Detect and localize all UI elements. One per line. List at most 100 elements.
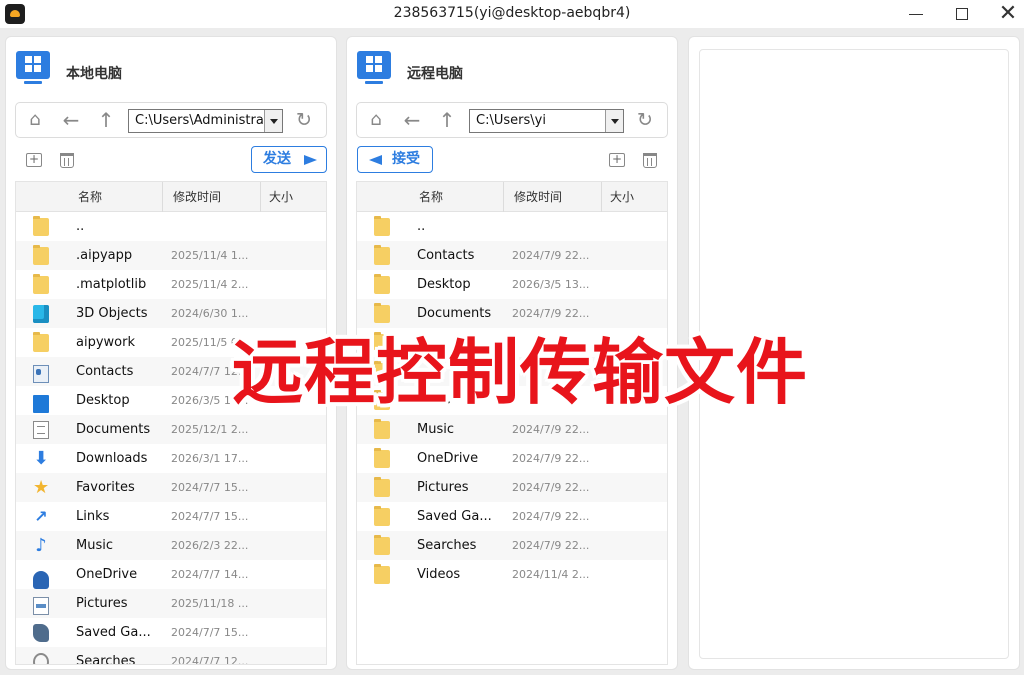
- computer-icon: [357, 51, 391, 85]
- file-modified: 2025/12/1 2...: [171, 423, 249, 436]
- file-modified: 2024/7/9 22...: [512, 249, 590, 262]
- column-header-modified[interactable]: 修改时间: [173, 182, 221, 212]
- file-name: ..: [76, 219, 85, 234]
- refresh-icon[interactable]: ↻: [634, 109, 656, 131]
- minimize-button[interactable]: [893, 0, 939, 28]
- back-arrow-icon[interactable]: ←: [60, 109, 82, 131]
- file-name: ..: [417, 219, 426, 234]
- table-row[interactable]: Pictures 2024/7/9 22...: [357, 473, 667, 502]
- file-name: Saved Ga...: [417, 509, 492, 524]
- file-name: Music: [76, 538, 113, 553]
- home-icon[interactable]: ⌂: [365, 109, 387, 131]
- column-header-size[interactable]: 大小: [269, 182, 293, 212]
- folder-icon: [33, 332, 49, 352]
- arrow-left-icon: [369, 155, 382, 165]
- file-name: Downloads: [76, 451, 148, 466]
- file-modified: 2024/7/9 22...: [512, 452, 590, 465]
- remote-path-combobox[interactable]: C:\Users\yi: [469, 109, 624, 133]
- file-name: Pictures: [417, 480, 469, 495]
- file-name: Contacts: [417, 248, 475, 263]
- file-name: Links: [76, 509, 110, 524]
- receive-button[interactable]: 接受: [357, 146, 433, 173]
- folder-icon: [374, 564, 390, 584]
- file-modified: 2024/7/9 22...: [512, 510, 590, 523]
- table-row[interactable]: Music 2024/7/9 22...: [357, 415, 667, 444]
- overlay-caption: 远程控制传输文件: [232, 331, 809, 414]
- new-folder-icon[interactable]: +: [26, 153, 42, 167]
- table-row[interactable]: ..: [16, 212, 326, 241]
- file-name: OneDrive: [76, 567, 138, 582]
- file-modified: 2024/7/7 15...: [171, 510, 249, 523]
- column-header-name[interactable]: 名称: [419, 182, 443, 212]
- folder-icon: [374, 274, 390, 294]
- documents-icon: [33, 421, 49, 439]
- arrow-right-icon: [304, 155, 317, 165]
- minimize-icon: [909, 13, 923, 15]
- file-name: aipywork: [76, 335, 135, 350]
- table-row[interactable]: Saved Ga... 2024/7/9 22...: [357, 502, 667, 531]
- column-header-modified[interactable]: 修改时间: [514, 182, 562, 212]
- file-name: Searches: [417, 538, 477, 553]
- table-row[interactable]: .aipyapp 2025/11/4 1...: [16, 241, 326, 270]
- file-name: Saved Ga...: [76, 625, 151, 640]
- link-icon: ↗: [34, 507, 48, 526]
- file-modified: 2024/7/9 22...: [512, 539, 590, 552]
- file-name: Music: [417, 422, 454, 437]
- file-modified: 2026/2/3 22...: [171, 539, 249, 552]
- receive-button-label: 接受: [392, 151, 420, 167]
- file-modified: 2024/7/9 22...: [512, 481, 590, 494]
- table-row[interactable]: ♪ Music 2026/2/3 22...: [16, 531, 326, 560]
- download-icon: ⬇: [33, 448, 49, 469]
- table-row[interactable]: .matplotlib 2025/11/4 2...: [16, 270, 326, 299]
- table-row[interactable]: ↗ Links 2024/7/7 15...: [16, 502, 326, 531]
- pictures-icon: [33, 597, 49, 615]
- file-modified: 2024/7/7 15...: [171, 481, 249, 494]
- local-path-combobox[interactable]: C:\Users\Administrator: [128, 109, 283, 133]
- table-row[interactable]: Searches 2024/7/9 22...: [357, 531, 667, 560]
- delete-icon[interactable]: [643, 153, 657, 168]
- back-arrow-icon[interactable]: ←: [401, 109, 423, 131]
- table-row[interactable]: ⬇ Downloads 2026/3/1 17...: [16, 444, 326, 473]
- table-row[interactable]: Saved Ga... 2024/7/7 15...: [16, 618, 326, 647]
- close-icon: ✕: [998, 1, 1018, 26]
- delete-icon[interactable]: [60, 153, 74, 168]
- table-row[interactable]: Desktop 2026/3/5 13...: [357, 270, 667, 299]
- file-name: Desktop: [417, 277, 471, 292]
- table-row[interactable]: Contacts 2024/7/9 22...: [357, 241, 667, 270]
- chevron-down-icon[interactable]: [605, 110, 623, 132]
- close-button[interactable]: ✕: [985, 0, 1024, 28]
- folder-icon: [374, 245, 390, 265]
- remote-path-value: C:\Users\yi: [476, 113, 546, 128]
- remote-nav-bar: ⌂ ← ↑ C:\Users\yi ↻: [356, 102, 668, 138]
- chevron-down-icon[interactable]: [264, 110, 282, 132]
- up-arrow-icon[interactable]: ↑: [436, 109, 458, 131]
- folder-icon: [374, 477, 390, 497]
- send-button[interactable]: 发送: [251, 146, 327, 173]
- table-row[interactable]: OneDrive 2024/7/7 14...: [16, 560, 326, 589]
- table-row[interactable]: ★ Favorites 2024/7/7 15...: [16, 473, 326, 502]
- file-name: OneDrive: [417, 451, 479, 466]
- table-row[interactable]: Videos 2024/11/4 2...: [357, 560, 667, 589]
- folder-icon: [374, 419, 390, 439]
- up-arrow-icon[interactable]: ↑: [95, 109, 117, 131]
- file-modified: 2024/7/7 15...: [171, 626, 249, 639]
- column-header-size[interactable]: 大小: [610, 182, 634, 212]
- table-row[interactable]: Pictures 2025/11/18 ...: [16, 589, 326, 618]
- new-folder-icon[interactable]: +: [609, 153, 625, 167]
- maximize-button[interactable]: [939, 0, 985, 28]
- table-row[interactable]: Documents 2025/12/1 2...: [16, 415, 326, 444]
- table-row[interactable]: OneDrive 2024/7/9 22...: [357, 444, 667, 473]
- table-row[interactable]: ..: [357, 212, 667, 241]
- file-modified: 2024/7/7 14...: [171, 568, 249, 581]
- folder-icon: [374, 506, 390, 526]
- table-row[interactable]: Searches 2024/7/7 12...: [16, 647, 326, 664]
- file-name: Pictures: [76, 596, 128, 611]
- local-file-list: .. .aipyapp 2025/11/4 1... .matplotlib 2025/…: [16, 212, 326, 664]
- file-modified: 2026/3/1 17...: [171, 452, 249, 465]
- home-icon[interactable]: ⌂: [24, 109, 46, 131]
- refresh-icon[interactable]: ↻: [293, 109, 315, 131]
- title-bar: 238563715(yi@desktop-aebqbr4) ✕: [0, 0, 1024, 28]
- column-header-name[interactable]: 名称: [78, 182, 102, 212]
- file-modified: 2024/7/9 22...: [512, 423, 590, 436]
- file-modified: 2025/11/4 1...: [171, 249, 249, 262]
